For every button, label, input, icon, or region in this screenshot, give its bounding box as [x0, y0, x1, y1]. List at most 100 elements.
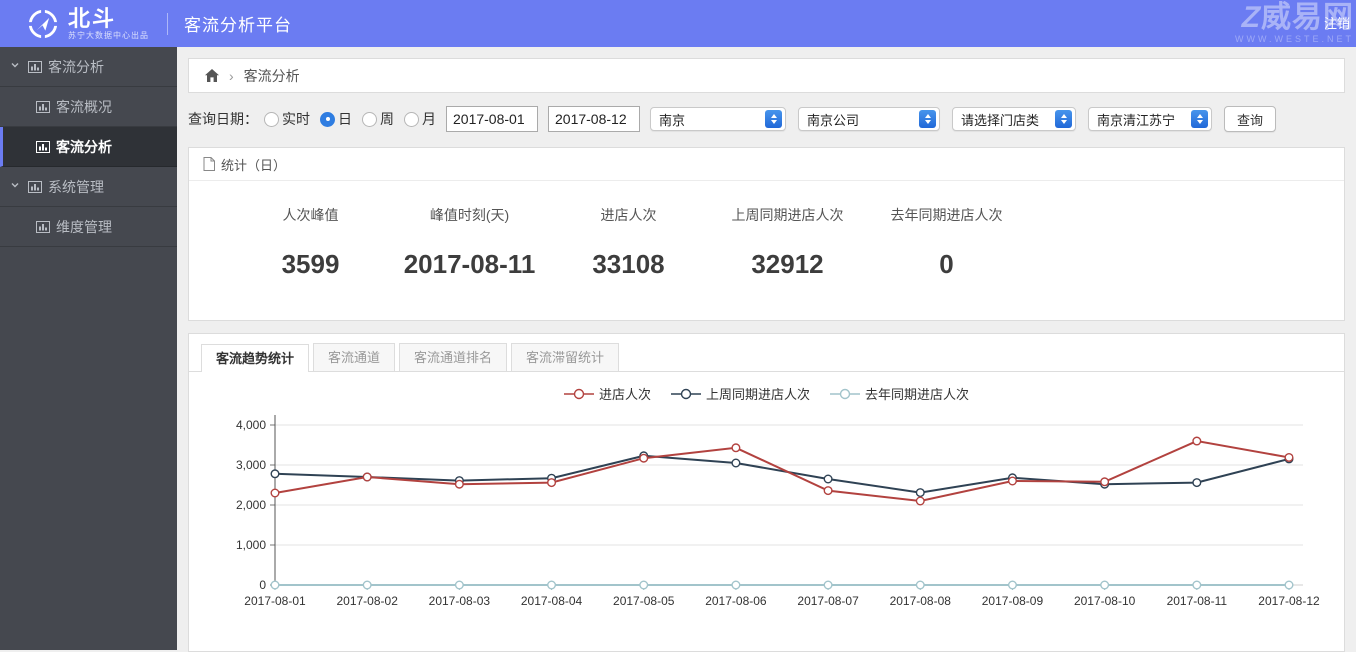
select-stepper-icon[interactable] — [919, 110, 936, 128]
tab-2[interactable]: 客流通道排名 — [399, 343, 507, 371]
select-value: 请选择门店类 — [961, 110, 1049, 129]
filter-row: 查询日期： 实时 日 周 月 南京南京公司 请选择门店类 南京清江苏宁 查询 — [188, 104, 1345, 134]
radio-dot[interactable] — [404, 112, 419, 127]
select-stepper-icon[interactable] — [1055, 110, 1072, 128]
tab-3[interactable]: 客流滞留统计 — [511, 343, 619, 371]
select-stepper-icon[interactable] — [1191, 110, 1208, 128]
date-from-input[interactable] — [446, 106, 538, 132]
app-title: 客流分析平台 — [184, 11, 292, 36]
stat-label: 上周同期进店人次 — [708, 205, 867, 225]
stat-value: 3599 — [231, 249, 390, 280]
bar-chart-icon — [36, 221, 50, 233]
svg-text:2017-08-04: 2017-08-04 — [521, 594, 583, 608]
stat-label: 峰值时刻(天) — [390, 205, 549, 225]
stat-label: 人次峰值 — [231, 205, 390, 225]
select-value: 南京清江苏宁 — [1097, 110, 1185, 129]
stat-item-1: 峰值时刻(天)2017-08-11 — [390, 205, 549, 280]
date-mode-radio-0[interactable]: 实时 — [264, 109, 310, 129]
svg-text:2017-08-06: 2017-08-06 — [705, 594, 767, 608]
watermark-subtitle: WWW.WESTE.NET — [1235, 34, 1354, 44]
date-mode-radio-2[interactable]: 周 — [362, 109, 394, 129]
sidebar-item-label: 系统管理 — [48, 177, 104, 197]
watermark-logo: Z — [1238, 1, 1264, 34]
select-stepper-icon[interactable] — [765, 110, 782, 128]
sidebar-item-4[interactable]: 维度管理 — [0, 207, 177, 247]
logo-tagline: 苏宁大数据中心出品 — [68, 32, 149, 40]
store-type-select[interactable]: 请选择门店类 — [952, 107, 1076, 131]
chart-panel: 客流趋势统计客流通道客流通道排名客流滞留统计 进店人次 上周同期进店人次 去年同期进… — [188, 333, 1345, 652]
date-mode-radio-group: 实时 日 周 月 — [264, 109, 446, 129]
query-button[interactable]: 查询 — [1224, 106, 1276, 132]
radio-dot[interactable] — [264, 112, 279, 127]
date-mode-radio-3[interactable]: 月 — [404, 109, 436, 129]
svg-text:2017-08-02: 2017-08-02 — [336, 594, 398, 608]
bar-chart-icon — [36, 141, 50, 153]
stat-value: 0 — [867, 249, 1026, 280]
sidebar-item-label: 客流概况 — [56, 97, 112, 117]
store-select[interactable]: 南京清江苏宁 — [1088, 107, 1212, 131]
legend-label: 上周同期进店人次 — [706, 384, 810, 403]
radio-label: 实时 — [282, 109, 310, 129]
sidebar-item-3[interactable]: 系统管理 — [0, 167, 177, 207]
svg-text:0: 0 — [259, 578, 266, 592]
legend-marker-icon — [564, 388, 594, 400]
legend-item-2[interactable]: 去年同期进店人次 — [830, 384, 969, 403]
svg-text:1,000: 1,000 — [236, 538, 266, 552]
stat-item-0: 人次峰值 3599 — [231, 205, 390, 280]
date-to-input[interactable] — [548, 106, 640, 132]
tab-0[interactable]: 客流趋势统计 — [201, 344, 309, 372]
svg-text:2017-08-12: 2017-08-12 — [1258, 594, 1320, 608]
svg-text:2017-08-09: 2017-08-09 — [982, 594, 1044, 608]
sidebar-item-label: 客流分析 — [48, 57, 104, 77]
stat-item-3: 上周同期进店人次 32912 — [708, 205, 867, 280]
stats-panel-header: 统计（日） — [189, 148, 1344, 181]
tab-1[interactable]: 客流通道 — [313, 343, 395, 371]
date-filter-label: 查询日期： — [188, 109, 258, 129]
stat-value: 33108 — [549, 249, 708, 280]
sidebar: 客流分析客流概况客流分析系统管理维度管理 — [0, 47, 177, 650]
svg-text:2017-08-11: 2017-08-11 — [1167, 594, 1228, 608]
city-select[interactable]: 南京 — [650, 107, 786, 131]
breadcrumb: › 客流分析 — [188, 58, 1345, 93]
svg-text:2017-08-05: 2017-08-05 — [613, 594, 675, 608]
svg-text:2017-08-07: 2017-08-07 — [797, 594, 859, 608]
app-header: 北斗 苏宁大数据中心出品 客流分析平台 Z威易网 WWW.WESTE.NET 注… — [0, 0, 1356, 47]
company-select[interactable]: 南京公司 — [798, 107, 940, 131]
legend-item-1[interactable]: 上周同期进店人次 — [671, 384, 810, 403]
svg-text:2017-08-08: 2017-08-08 — [890, 594, 952, 608]
radio-dot[interactable] — [362, 112, 377, 127]
stat-item-4: 去年同期进店人次0 — [867, 205, 1026, 280]
chevron-down-icon — [10, 60, 24, 74]
legend-marker-icon — [671, 388, 701, 400]
main-content: › 客流分析 查询日期： 实时 日 周 月 南京南京公司 请选择门店类 南京清江苏宁 查询… — [177, 47, 1356, 650]
legend-item-0[interactable]: 进店人次 — [564, 384, 651, 403]
stat-value: 32912 — [708, 249, 867, 280]
legend-label: 进店人次 — [599, 384, 651, 403]
sidebar-item-0[interactable]: 客流分析 — [0, 47, 177, 87]
select-group: 南京南京公司 请选择门店类 南京清江苏宁 — [650, 107, 1224, 131]
line-chart: 01,0002,0003,0004,0002017-08-012017-08-0… — [203, 407, 1344, 634]
stat-item-2: 进店人次 33108 — [549, 205, 708, 280]
breadcrumb-current: 客流分析 — [244, 66, 300, 86]
date-mode-radio-1[interactable]: 日 — [320, 109, 352, 129]
radio-label: 月 — [422, 109, 436, 129]
compass-logo-icon — [26, 7, 60, 41]
stat-label: 进店人次 — [549, 205, 708, 225]
radio-label: 日 — [338, 109, 352, 129]
radio-dot[interactable] — [320, 112, 335, 127]
sidebar-item-1[interactable]: 客流概况 — [0, 87, 177, 127]
bar-chart-icon — [28, 181, 42, 193]
header-divider — [167, 13, 168, 35]
stats-panel: 统计（日） 人次峰值 3599峰值时刻(天)2017-08-11进店人次 33108… — [188, 147, 1345, 321]
home-icon[interactable] — [205, 69, 219, 82]
logout-link[interactable]: 注销 — [1324, 13, 1350, 32]
svg-text:2017-08-01: 2017-08-01 — [244, 594, 306, 608]
stats-body: 人次峰值3599峰值时刻(天)2017-08-11进店人次33108上周同期进店… — [189, 181, 1344, 280]
sidebar-item-2[interactable]: 客流分析 — [0, 127, 177, 167]
bar-chart-icon — [36, 101, 50, 113]
svg-text:3,000: 3,000 — [236, 458, 266, 472]
sidebar-item-label: 客流分析 — [56, 137, 112, 157]
svg-text:2,000: 2,000 — [236, 498, 266, 512]
chart-legend: 进店人次 上周同期进店人次 去年同期进店人次 — [189, 384, 1344, 403]
radio-label: 周 — [380, 109, 394, 129]
